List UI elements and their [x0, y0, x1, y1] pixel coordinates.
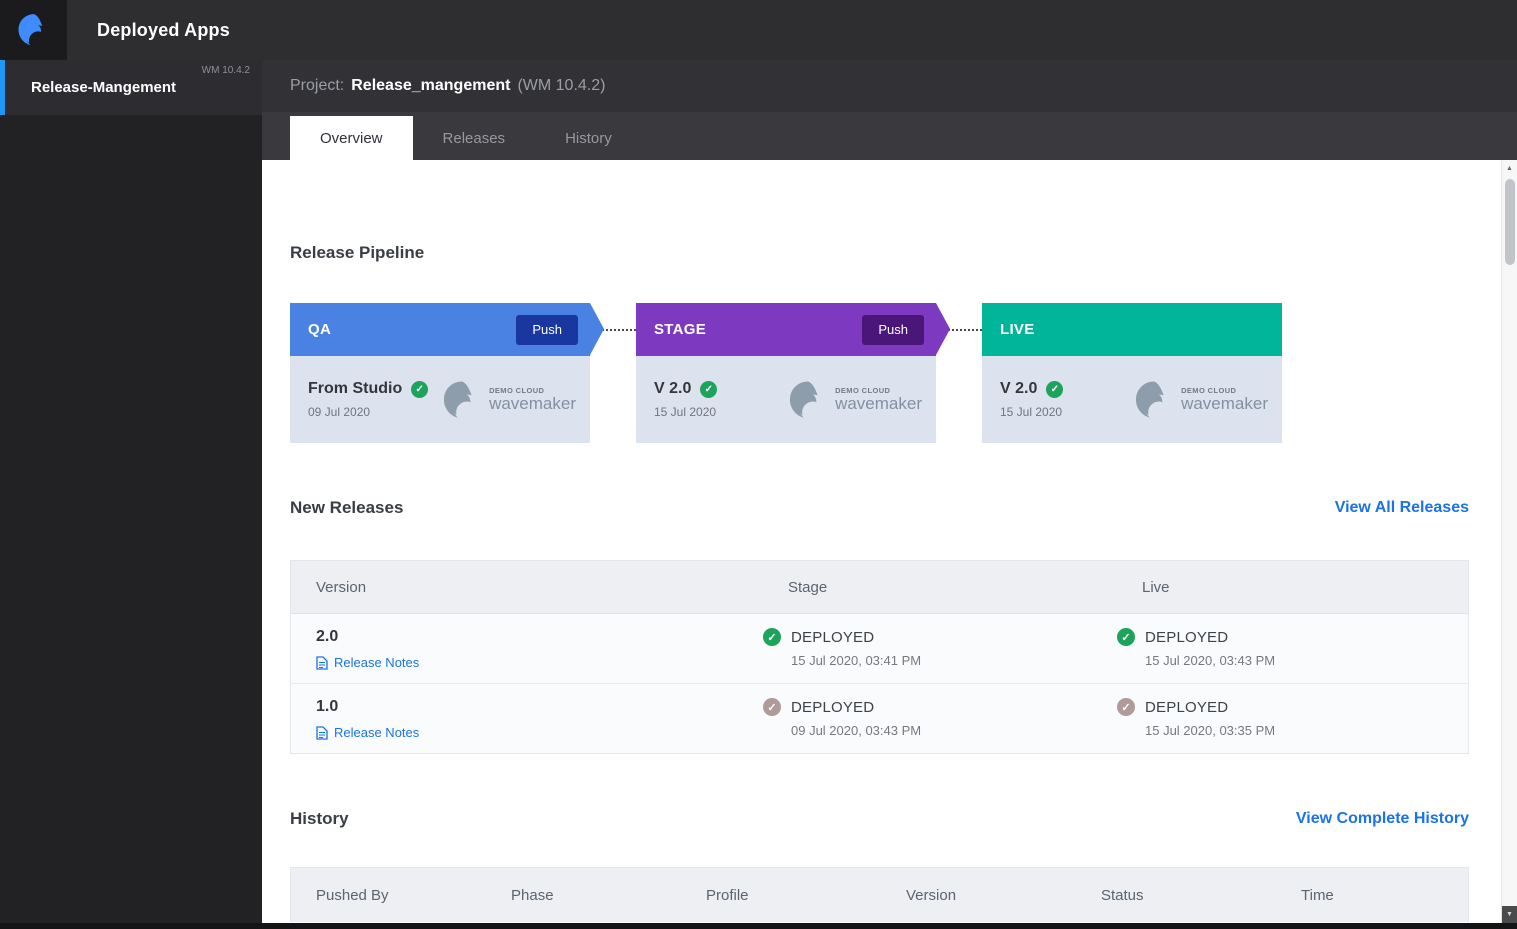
logo-wavemaker-text: wavemaker [489, 393, 576, 413]
scroll-up-button[interactable]: ▲ [1502, 160, 1517, 177]
top-bar: Deployed Apps [0, 0, 1517, 60]
release-notes-link[interactable]: Release Notes [316, 725, 763, 740]
column-header-status: Status [1101, 886, 1144, 904]
stage-push-button[interactable]: Push [862, 314, 924, 345]
deployed-check-icon: ✓ [411, 380, 429, 398]
tab-bar: Overview Releases History [262, 112, 1517, 160]
live-stage-label: LIVE [1000, 321, 1035, 338]
stage-stage-header: STAGE Push [636, 303, 950, 356]
history-table-header: Pushed By Phase Profile Version Status T… [291, 868, 1468, 922]
release-pipeline: QA Push From Studio ✓ 09 Jul 2020 DEMO C… [290, 303, 1469, 443]
release-notes-label: Release Notes [334, 725, 420, 740]
pipeline-stage-live: LIVE V 2.0 ✓ 15 Jul 2020 DEMO CLOUD wave… [982, 303, 1282, 443]
qa-stage-label: QA [308, 321, 332, 338]
scroll-down-button[interactable]: ▼ [1501, 906, 1517, 923]
stage-status: DEPLOYED [791, 628, 875, 646]
release-version: 1.0 [316, 698, 339, 715]
column-header-stage: Stage [788, 578, 828, 596]
new-releases-heading: New Releases [290, 498, 404, 517]
release-notes-icon [316, 655, 328, 670]
pipeline-stage-stage: STAGE Push V 2.0 ✓ 15 Jul 2020 DEMO CLOU… [636, 303, 950, 443]
release-version: 2.0 [316, 628, 339, 645]
live-time: 15 Jul 2020, 03:43 PM [1145, 653, 1276, 668]
live-status: DEPLOYED [1145, 698, 1229, 716]
main-content: Project: Release_mangement (WM 10.4.2) O… [262, 60, 1517, 923]
history-table: Pushed By Phase Profile Version Status T… [290, 867, 1469, 922]
column-header-pushed-by: Pushed By [316, 886, 389, 904]
deployed-check-icon: ✓ [1117, 698, 1135, 716]
column-header-phase: Phase [511, 886, 554, 904]
release-notes-label: Release Notes [334, 655, 420, 670]
project-header: Project: Release_mangement (WM 10.4.2) [262, 60, 1517, 112]
stage-version: V 2.0 [654, 380, 692, 397]
sidebar-item-release-management[interactable]: WM 10.4.2 Release-Mangement [0, 60, 262, 115]
release-pipeline-heading: Release Pipeline [290, 243, 425, 262]
new-releases-table: Version Stage Live 2.0 Release Notes ✓ D… [290, 560, 1469, 754]
stage-stage-body: V 2.0 ✓ 15 Jul 2020 DEMO CLOUD wavemaker [636, 356, 936, 443]
column-header-version: Version [906, 886, 957, 904]
wavemaker-cloud-logo: DEMO CLOUD wavemaker [1133, 379, 1268, 421]
wavemaker-cloud-logo: DEMO CLOUD wavemaker [787, 379, 922, 421]
deployed-check-icon: ✓ [763, 698, 781, 716]
column-header-version: Version [316, 578, 367, 596]
wave-icon [444, 381, 472, 418]
stage-time: 09 Jul 2020, 03:43 PM [791, 723, 922, 738]
stage-deploy-date: 15 Jul 2020 [654, 405, 717, 419]
logo-wavemaker-text: wavemaker [1181, 393, 1268, 413]
qa-push-button[interactable]: Push [516, 314, 578, 345]
table-row: 1.0 Release Notes ✓ DEPLOYED 09 Jul 2020… [291, 684, 1468, 753]
live-deploy-date: 15 Jul 2020 [1000, 405, 1063, 419]
deployed-check-icon: ✓ [1117, 628, 1135, 646]
qa-deploy-date: 09 Jul 2020 [308, 405, 371, 419]
logo-wavemaker-text: wavemaker [835, 393, 922, 413]
view-all-releases-link[interactable]: View All Releases [1335, 499, 1469, 517]
sidebar: WM 10.4.2 Release-Mangement [0, 60, 262, 923]
wavemaker-cloud-logo: DEMO CLOUD wavemaker [441, 379, 576, 421]
deployed-apps-window: Deployed Apps WM 10.4.2 Release-Mangemen… [0, 0, 1517, 929]
qa-stage-body: From Studio ✓ 09 Jul 2020 DEMO CLOUD wav… [290, 356, 590, 443]
stage-time: 15 Jul 2020, 03:41 PM [791, 653, 922, 668]
project-label: Project: [290, 77, 345, 94]
deployed-check-icon: ✓ [1046, 380, 1064, 398]
pipeline-stage-qa: QA Push From Studio ✓ 09 Jul 2020 DEMO C… [290, 303, 604, 443]
column-header-profile: Profile [706, 886, 749, 904]
column-header-time: Time [1301, 886, 1334, 904]
release-notes-icon [316, 725, 328, 740]
column-header-live: Live [1142, 578, 1170, 596]
scrollbar-thumb[interactable] [1504, 179, 1515, 265]
live-stage-body: V 2.0 ✓ 15 Jul 2020 DEMO CLOUD wavemaker [982, 356, 1282, 443]
deployed-check-icon: ✓ [700, 380, 718, 398]
overview-panel: Release Pipeline QA Push From Studio ✓ 0… [262, 160, 1517, 923]
wave-icon [790, 381, 818, 418]
bottom-edge-strip [0, 923, 1517, 929]
stage-stage-label: STAGE [654, 321, 707, 338]
view-complete-history-link[interactable]: View Complete History [1296, 810, 1469, 828]
release-notes-link[interactable]: Release Notes [316, 655, 763, 670]
tab-releases[interactable]: Releases [413, 116, 536, 160]
tab-history[interactable]: History [535, 116, 642, 160]
wave-icon [1136, 381, 1164, 418]
wave-icon [18, 14, 42, 46]
qa-stage-header: QA Push [290, 303, 604, 356]
wavemaker-logo[interactable] [0, 0, 67, 60]
sidebar-item-version: WM 10.4.2 [201, 65, 250, 76]
new-releases-table-header: Version Stage Live [291, 561, 1468, 614]
project-name: Release_mangement [351, 77, 511, 94]
live-stage-header: LIVE [982, 303, 1282, 356]
project-version: (WM 10.4.2) [517, 77, 606, 94]
app-title: Deployed Apps [97, 19, 230, 40]
live-status: DEPLOYED [1145, 628, 1229, 646]
vertical-scrollbar[interactable]: ▲ ▼ [1501, 160, 1517, 923]
qa-version: From Studio [308, 380, 403, 397]
tab-overview[interactable]: Overview [290, 116, 413, 160]
deployed-check-icon: ✓ [763, 628, 781, 646]
live-time: 15 Jul 2020, 03:35 PM [1145, 723, 1276, 738]
history-heading: History [290, 809, 349, 828]
live-version: V 2.0 [1000, 380, 1038, 397]
table-row: 2.0 Release Notes ✓ DEPLOYED 15 Jul 2020… [291, 614, 1468, 684]
stage-status: DEPLOYED [791, 698, 875, 716]
